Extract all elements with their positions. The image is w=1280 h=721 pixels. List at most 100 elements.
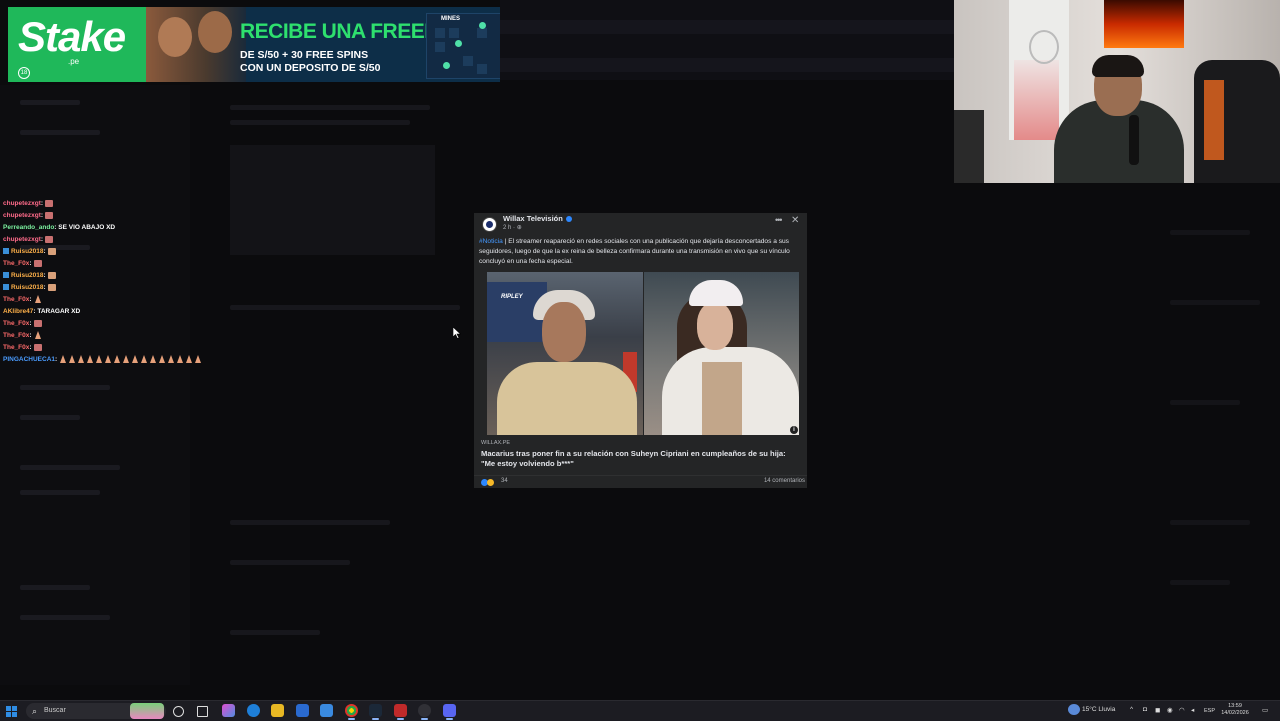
search-label: Buscar (44, 707, 66, 714)
chat-username[interactable]: Ruisu2018 (11, 272, 44, 279)
verified-badge-icon (565, 216, 572, 223)
media-app-icon[interactable] (394, 704, 407, 720)
search-icon: ⌕ (32, 706, 38, 716)
chat-message: chupetezxgt: (3, 198, 243, 210)
background-line (20, 615, 110, 620)
discord-icon[interactable] (443, 704, 456, 720)
background-bar (500, 58, 955, 72)
ad-person-face (198, 11, 232, 53)
chrome-icon[interactable] (345, 704, 358, 720)
search-highlight-icon[interactable] (130, 703, 164, 719)
hashtag-link[interactable]: #Noticia (479, 238, 503, 245)
weather-icon[interactable] (1068, 704, 1080, 715)
chat-username[interactable]: Perreando_ando (3, 224, 54, 231)
post-timestamp[interactable]: 2 h · ⊕ (503, 224, 522, 231)
chat-username[interactable]: The_F0x (3, 260, 29, 267)
page-avatar[interactable] (482, 217, 497, 232)
tray-app-icon[interactable]: ◉ (1167, 706, 1173, 714)
more-icon[interactable]: ••• (775, 215, 783, 225)
background-line (20, 100, 80, 105)
streamer-hair (1092, 55, 1144, 77)
photo-store-sign-text: RIPLEY (501, 294, 523, 300)
post-photo[interactable]: RIPLEY i (487, 272, 799, 435)
link-title[interactable]: Macarius tras poner fin a su relación co… (481, 449, 797, 469)
webcam-feed (954, 0, 1280, 183)
cone-emote-icon (150, 355, 157, 364)
facebook-post-card[interactable]: Willax Televisión 2 h · ⊕ ••• ✕ #Noticia… (474, 213, 807, 488)
chat-username[interactable]: chupetezxgt (3, 236, 41, 243)
webcam-fireplace-screen (1104, 0, 1184, 48)
chat-message: chupetezxgt: (3, 210, 243, 222)
background-line (20, 415, 80, 420)
chat-text: : (29, 260, 32, 267)
chat-username[interactable]: PINGACHUECA1 (3, 356, 55, 363)
background-line (1170, 230, 1250, 235)
clock-date: 14/02/2026 (1221, 710, 1249, 716)
mines-cell (435, 28, 445, 38)
chat-username[interactable]: Ruisu2018 (11, 248, 44, 255)
chat-username[interactable]: The_F0x (3, 296, 29, 303)
store-icon[interactable] (296, 704, 309, 717)
volume-icon[interactable]: ◂ (1191, 706, 1194, 714)
reactions-count[interactable]: 34 (501, 478, 508, 484)
chat-username[interactable]: AKlibre47 (3, 308, 33, 315)
chat-text: : (43, 284, 46, 291)
background-line (230, 520, 390, 525)
background-line (230, 120, 410, 125)
obs-icon[interactable] (418, 704, 431, 720)
background-right-panel (1150, 190, 1280, 690)
cone-emote-icon (114, 355, 121, 364)
windows-start-icon[interactable] (6, 706, 17, 717)
chat-username[interactable]: The_F0x (3, 332, 29, 339)
steam-icon[interactable] (369, 704, 382, 720)
emote-icon (33, 259, 42, 267)
notifications-icon[interactable]: ▭ (1262, 706, 1268, 714)
close-icon[interactable]: ✕ (791, 215, 799, 226)
file-explorer-icon[interactable] (271, 704, 284, 717)
chat-message: Ruisu2018: (3, 270, 243, 282)
photo-face-right (697, 302, 733, 350)
comments-count[interactable]: 14 comentarios (764, 478, 805, 484)
task-view-icon[interactable] (197, 706, 208, 717)
haha-reaction-icon (487, 479, 494, 486)
background-line (1170, 520, 1250, 525)
gem-icon (455, 40, 462, 47)
mail-icon[interactable] (320, 704, 333, 717)
cone-emote-icon (87, 355, 94, 364)
page-name-text[interactable]: Willax Televisión (503, 214, 563, 223)
post-body: | El streamer reapareció en redes social… (479, 238, 790, 265)
chat-text: : (40, 200, 44, 207)
tray-app-icon[interactable]: ◼ (1155, 706, 1160, 714)
chat-username[interactable]: The_F0x (3, 320, 29, 327)
page-name[interactable]: Willax Televisión (503, 214, 572, 223)
background-line (1170, 580, 1230, 585)
info-icon[interactable]: i (790, 426, 798, 434)
background-line (230, 560, 350, 565)
wifi-icon[interactable]: ◠ (1179, 706, 1185, 714)
stream-chat: chupetezxgt: chupetezxgt: Perreando_ando: … (3, 198, 243, 366)
chat-username[interactable]: The_F0x (3, 344, 29, 351)
post-text: #Noticia | El streamer reapareció en red… (479, 237, 805, 267)
post-footer: 34 14 comentarios (474, 475, 807, 488)
cortana-icon[interactable] (173, 706, 184, 717)
chat-username[interactable]: chupetezxgt (3, 212, 41, 219)
tray-chevron-icon[interactable]: ^ (1130, 706, 1133, 713)
chat-text: : (29, 344, 32, 351)
photo-face (542, 302, 586, 362)
chat-username[interactable]: Ruisu2018 (11, 284, 44, 291)
emote-icon (45, 211, 54, 219)
stake-ad-banner[interactable]: Stake .pe 18 RECIBE UNA FREEBET DE S/50 … (8, 7, 500, 82)
link-domain[interactable]: WILLAX.PE (481, 440, 510, 446)
mines-cell (435, 42, 445, 52)
language-indicator[interactable]: ESP (1204, 708, 1215, 714)
edge-icon[interactable] (247, 704, 260, 717)
mouse-cursor-icon (452, 326, 462, 344)
post-time-text[interactable]: 2 h · (503, 225, 517, 231)
cone-emote-icon (159, 355, 166, 364)
background-line (230, 630, 320, 635)
chat-username[interactable]: chupetezxgt (3, 200, 41, 207)
copilot-icon[interactable] (222, 704, 235, 717)
taskbar-clock[interactable]: 13:59 14/02/2026 (1220, 703, 1250, 717)
weather-text[interactable]: 15°C Lluvia (1082, 706, 1115, 713)
tray-app-icon[interactable]: ◘ (1143, 706, 1147, 713)
